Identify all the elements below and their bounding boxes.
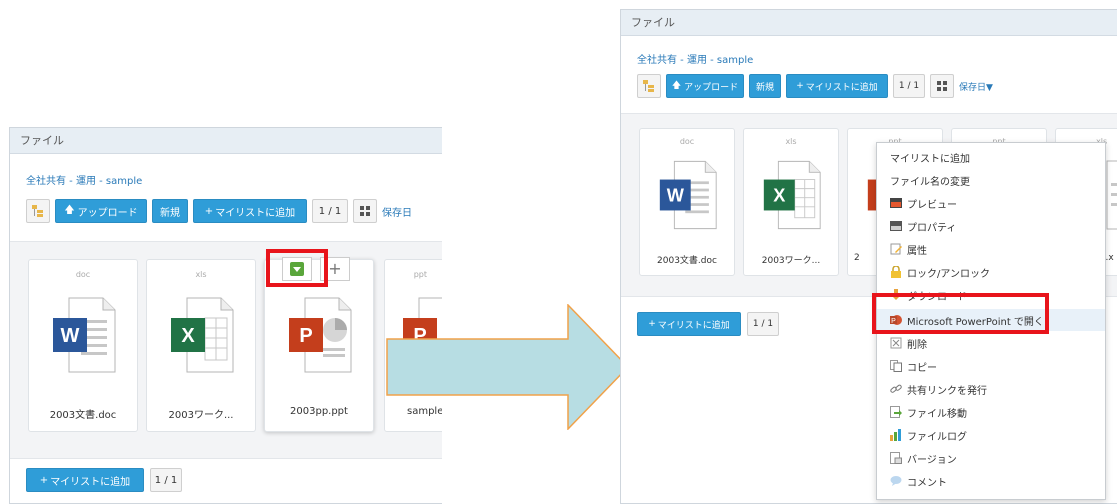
left-file-panel: ファイル 全社共有 - 運用 - sample 🡅 アップロード 新規 + マイリス… <box>9 127 442 504</box>
folder-tree-icon <box>643 80 654 92</box>
file-name: 2003ワーク... <box>168 410 234 421</box>
attribute-icon <box>890 243 902 255</box>
svg-text:P: P <box>299 325 312 347</box>
upload-arrow-icon: 🡅 <box>64 204 75 216</box>
file-card-xls[interactable]: xls X 2003ワーク... <box>743 128 839 276</box>
menu-item-attributes[interactable]: 属性 <box>877 238 1105 260</box>
new-button[interactable]: 新規 <box>152 199 188 223</box>
add-to-mylist-button[interactable]: + マイリストに追加 <box>786 74 888 98</box>
view-toggle-button[interactable] <box>930 74 954 98</box>
page-indicator: 1 / 1 <box>312 199 348 223</box>
move-icon <box>890 406 902 418</box>
footer-bar: + マイリストに追加 1 / 1 <box>26 468 182 492</box>
footer-add-to-mylist-button[interactable]: + マイリストに追加 <box>26 468 144 492</box>
transition-arrow-icon <box>386 304 630 430</box>
highlight-box-open-in-powerpoint <box>872 293 1049 334</box>
svg-text:W: W <box>667 185 685 205</box>
lock-icon <box>891 266 901 278</box>
svg-text:X: X <box>181 325 195 347</box>
svg-text:X: X <box>773 185 785 205</box>
file-icon <box>1106 160 1117 230</box>
add-to-mylist-button[interactable]: + マイリストに追加 <box>193 199 307 223</box>
menu-item-copy[interactable]: コピー <box>877 355 1105 377</box>
grid-icon <box>937 81 947 91</box>
plus-icon: + <box>796 81 804 91</box>
footer-add-to-mylist-button[interactable]: + マイリストに追加 <box>637 312 741 336</box>
svg-text:W: W <box>61 325 80 347</box>
file-name: 2003文書.doc <box>657 256 717 266</box>
upload-arrow-icon: 🡅 <box>671 81 682 91</box>
excel-file-icon: X <box>171 297 234 373</box>
copy-icon <box>890 360 902 372</box>
menu-item-lock[interactable]: ロック/アンロック <box>877 261 1105 283</box>
file-extension: xls <box>785 137 797 146</box>
folder-tree-button[interactable] <box>637 74 661 98</box>
log-icon <box>890 429 901 441</box>
file-name: 2003pp.ppt <box>290 406 348 417</box>
comment-icon <box>890 476 902 486</box>
upload-button[interactable]: 🡅 アップロード <box>666 74 744 98</box>
toolbar: 🡅 アップロード 新規 + マイリストに追加 1 / 1 保存日 <box>26 198 412 224</box>
panel-title: ファイル <box>621 10 1117 36</box>
menu-item-rename[interactable]: ファイル名の変更 <box>877 169 1105 191</box>
plus-icon: + <box>328 259 342 278</box>
sort-caret-icon: ▼ <box>986 82 993 93</box>
upload-button[interactable]: 🡅 アップロード <box>55 199 147 223</box>
file-name: 2003ワーク... <box>761 256 821 266</box>
link-icon <box>890 384 902 393</box>
menu-item-delete[interactable]: 削除 <box>877 332 1105 354</box>
file-name: 2003文書.doc <box>49 410 117 421</box>
preview-icon <box>890 198 902 208</box>
word-file-icon: W <box>53 297 116 373</box>
footer-bar: + マイリストに追加 1 / 1 <box>637 312 779 336</box>
folder-tree-icon <box>32 205 43 217</box>
properties-icon <box>890 221 902 231</box>
page-indicator: 1 / 1 <box>893 74 925 98</box>
menu-item-share-link[interactable]: 共有リンクを発行 <box>877 378 1105 400</box>
menu-item-version[interactable]: バージョン <box>877 447 1105 469</box>
version-icon <box>890 452 902 464</box>
file-extension: doc <box>679 137 695 146</box>
plus-icon: + <box>648 319 656 329</box>
folder-tree-button[interactable] <box>26 199 50 223</box>
plus-icon: + <box>204 205 214 217</box>
sort-by-saved-date[interactable]: 保存日 <box>382 204 412 219</box>
excel-file-icon: X <box>763 160 821 230</box>
new-button[interactable]: 新規 <box>749 74 781 98</box>
footer-page-indicator: 1 / 1 <box>747 312 779 336</box>
word-file-icon: W <box>659 160 717 230</box>
file-extension: ppt <box>413 270 427 279</box>
file-grid: doc W 2003文書.doc xls X 2003ワーク... P 2003… <box>10 241 442 459</box>
breadcrumb[interactable]: 全社共有 - 運用 - sample <box>26 172 142 187</box>
file-card-doc[interactable]: doc W 2003文書.doc <box>639 128 735 276</box>
breadcrumb[interactable]: 全社共有 - 運用 - sample <box>637 51 753 66</box>
highlight-box-menu-button <box>266 249 328 287</box>
grid-icon <box>360 206 370 216</box>
menu-item-comment[interactable]: コメント <box>877 470 1105 492</box>
plus-icon: + <box>39 474 49 486</box>
file-card-doc[interactable]: doc W 2003文書.doc <box>28 259 138 432</box>
file-extension: doc <box>75 270 91 279</box>
delete-icon <box>890 337 902 349</box>
sort-by-saved-date[interactable]: 保存日▼ <box>959 80 993 93</box>
file-card-xls[interactable]: xls X 2003ワーク... <box>146 259 256 432</box>
panel-title: ファイル <box>10 128 442 154</box>
powerpoint-file-icon: P <box>289 297 352 373</box>
footer-page-indicator: 1 / 1 <box>150 468 182 492</box>
menu-item-add-to-mylist[interactable]: マイリストに追加 <box>877 146 1105 168</box>
menu-item-file-log[interactable]: ファイルログ <box>877 424 1105 446</box>
toolbar: 🡅 アップロード 新規 + マイリストに追加 1 / 1 保存日▼ <box>637 73 993 99</box>
view-toggle-button[interactable] <box>353 199 377 223</box>
file-extension: xls <box>195 270 207 279</box>
menu-item-move[interactable]: ファイル移動 <box>877 401 1105 423</box>
menu-item-preview[interactable]: プレビュー <box>877 192 1105 214</box>
menu-item-properties[interactable]: プロパティ <box>877 215 1105 237</box>
